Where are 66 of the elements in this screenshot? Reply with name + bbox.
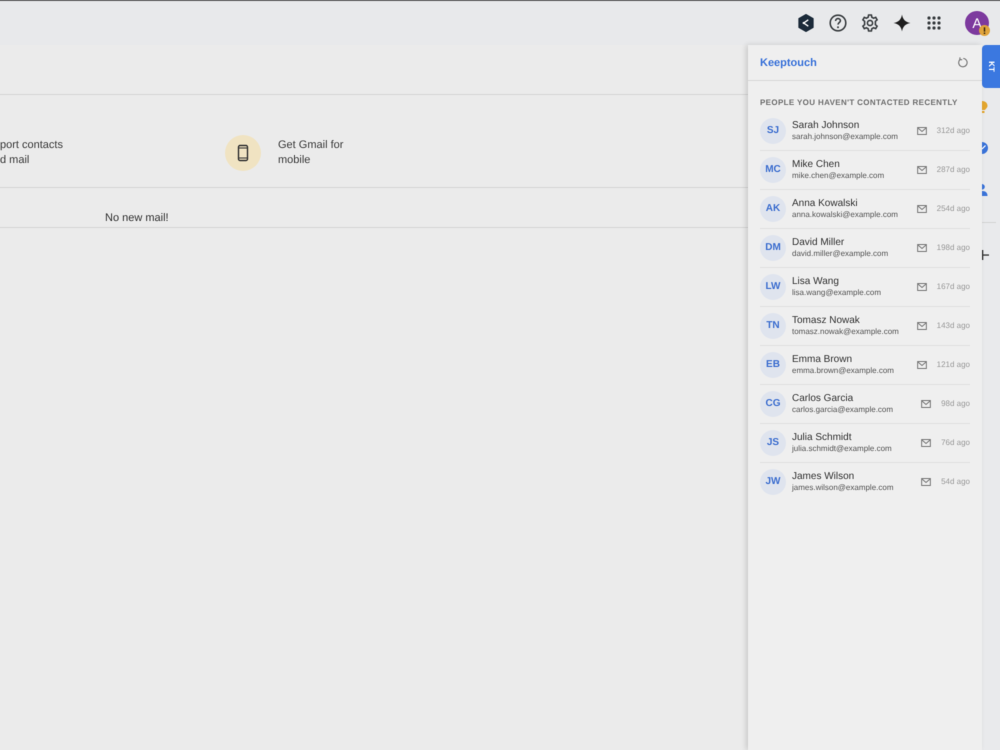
plus-icon[interactable] <box>982 250 989 260</box>
sparkle-icon[interactable] <box>893 14 911 32</box>
panel-title: Keeptouch <box>760 56 817 68</box>
contact-avatar: JW <box>760 469 786 495</box>
mail-icon[interactable] <box>921 478 932 486</box>
refresh-icon[interactable] <box>957 57 968 68</box>
last-contact-time: 167d ago <box>936 282 970 292</box>
contact-avatar: EB <box>760 352 786 378</box>
last-contact-time: 287d ago <box>936 165 970 175</box>
section-heading: PEOPLE YOU HAVEN'T CONTACTED RECENTLY <box>760 98 958 107</box>
contact-avatar: DM <box>760 235 786 261</box>
last-contact-time: 54d ago <box>941 477 970 487</box>
mail-icon[interactable] <box>916 205 927 213</box>
hexagon-share-icon[interactable] <box>797 14 815 32</box>
mail-icon[interactable] <box>916 283 927 291</box>
contact-avatar: MC <box>760 157 786 183</box>
last-contact-time: 121d ago <box>936 360 970 370</box>
last-contact-time: 312d ago <box>936 126 970 136</box>
contact-email: julia.schmidt@example.com <box>792 444 892 454</box>
mail-icon[interactable] <box>921 400 932 408</box>
promo-text[interactable]: port contacts d mail <box>0 138 63 168</box>
phone-icon[interactable] <box>225 135 261 171</box>
account-avatar[interactable]: A <box>965 11 989 35</box>
mail-icon[interactable] <box>916 361 927 369</box>
contact-email: lisa.wang@example.com <box>792 288 882 298</box>
contact-name[interactable]: Lisa Wang <box>792 276 839 288</box>
contact-name[interactable]: Sarah Johnson <box>792 120 860 132</box>
contact-email: carlos.garcia@example.com <box>792 405 894 415</box>
contact-name[interactable]: Anna Kowalski <box>792 198 858 210</box>
contact-email: mike.chen@example.com <box>792 171 884 181</box>
apps-grid-icon[interactable] <box>927 16 941 30</box>
contact-name[interactable]: Julia Schmidt <box>792 432 852 444</box>
contact-avatar: LW <box>760 274 786 300</box>
mail-icon[interactable] <box>921 439 932 447</box>
mail-icon[interactable] <box>916 244 927 252</box>
contact-avatar: CG <box>760 391 786 417</box>
contact-email: anna.kowalski@example.com <box>792 210 898 220</box>
contact-avatar: TN <box>760 313 786 339</box>
last-contact-time: 143d ago <box>936 321 970 331</box>
contact-avatar: SJ <box>760 118 786 144</box>
last-contact-time: 98d ago <box>941 399 970 409</box>
last-contact-time: 254d ago <box>936 204 970 214</box>
contact-name[interactable]: Carlos Garcia <box>792 393 854 405</box>
promo-text[interactable]: Get Gmail for mobile <box>278 138 344 168</box>
contact-email: james.wilson@example.com <box>792 483 894 493</box>
last-contact-time: 76d ago <box>941 438 970 448</box>
contact-name[interactable]: Tomasz Nowak <box>792 315 860 327</box>
last-contact-time: 198d ago <box>936 243 970 253</box>
mail-icon[interactable] <box>916 166 927 174</box>
side-tab[interactable]: KT <box>982 45 1000 88</box>
contact-name[interactable]: David Miller <box>792 237 844 249</box>
mail-icon[interactable] <box>916 127 927 135</box>
contact-email: emma.brown@example.com <box>792 366 894 376</box>
contact-avatar: JS <box>760 430 786 456</box>
settings-icon[interactable] <box>861 14 879 32</box>
empty-inbox-message: No new mail! <box>105 212 169 225</box>
contact-avatar: AK <box>760 196 786 222</box>
help-icon[interactable] <box>829 14 847 32</box>
contact-email: sarah.johnson@example.com <box>792 132 898 142</box>
mail-icon[interactable] <box>916 322 927 330</box>
person-icon[interactable] <box>982 184 988 196</box>
contact-name[interactable]: James Wilson <box>792 471 854 483</box>
contact-email: tomasz.nowak@example.com <box>792 327 899 337</box>
contact-email: david.miller@example.com <box>792 249 888 259</box>
contact-name[interactable]: Emma Brown <box>792 354 852 366</box>
contact-name[interactable]: Mike Chen <box>792 159 840 171</box>
